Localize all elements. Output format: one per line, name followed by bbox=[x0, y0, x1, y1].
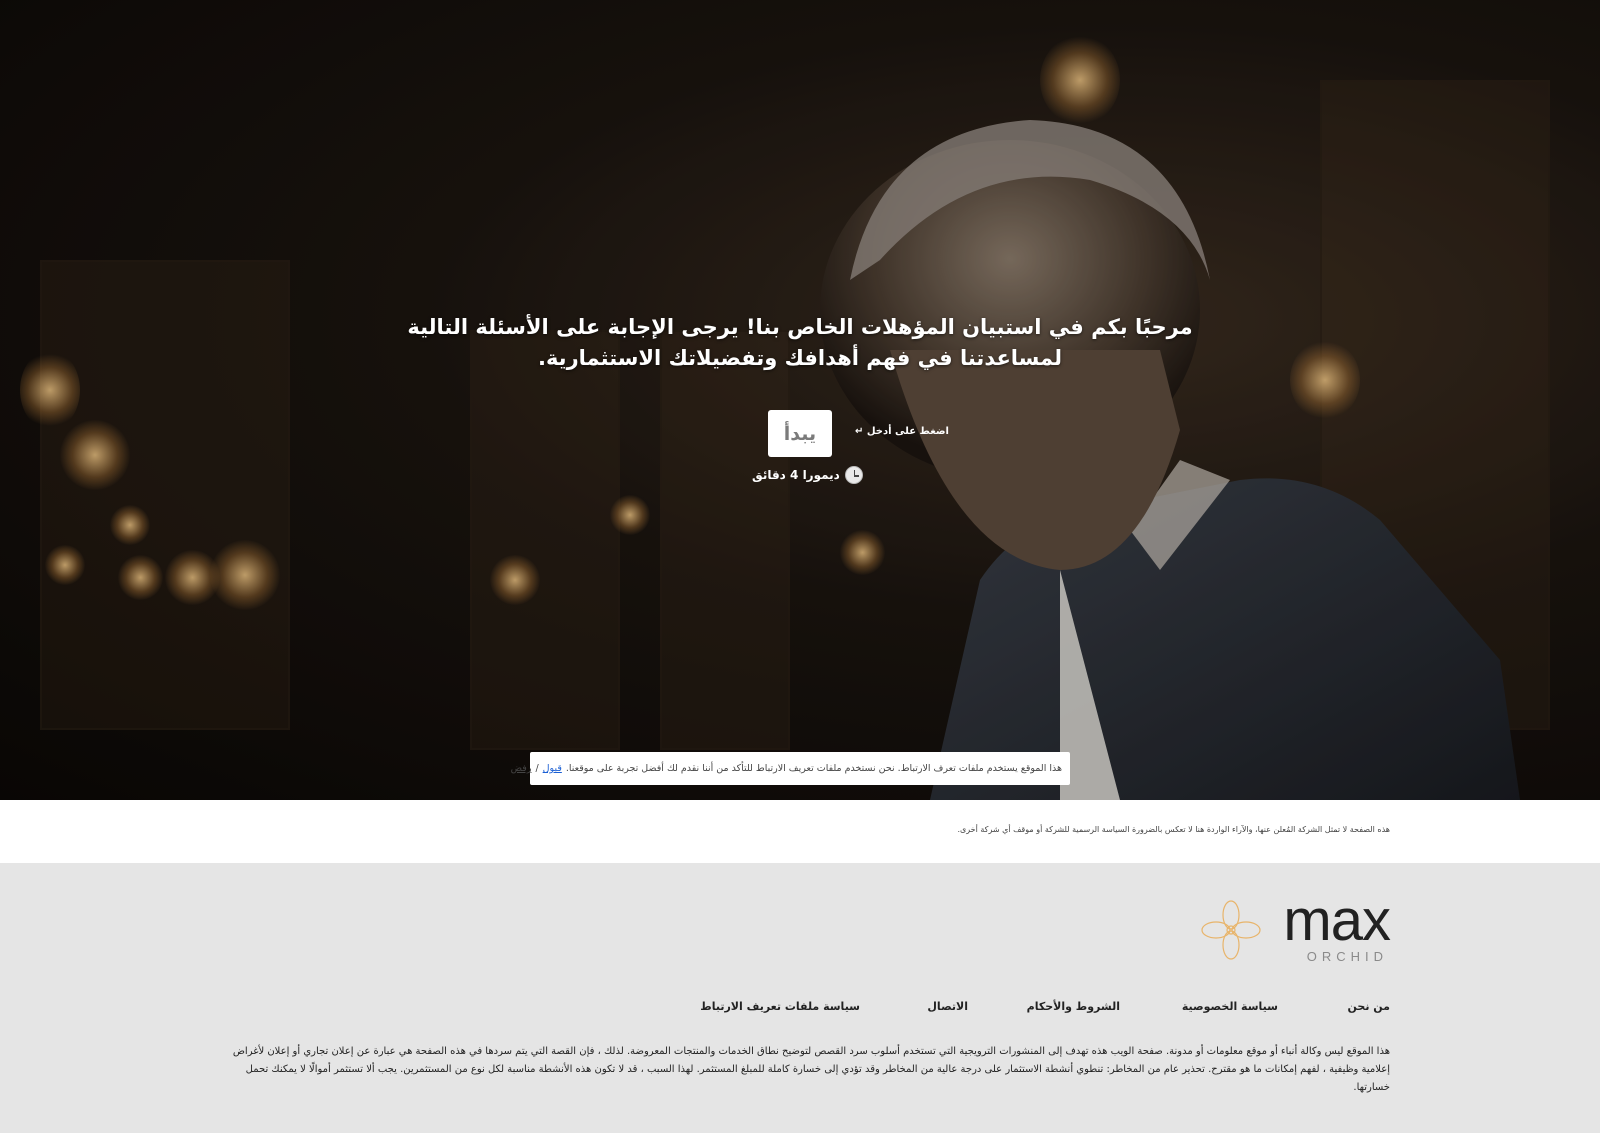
enter-hint: اضغط على أدخل ↵ bbox=[855, 426, 949, 437]
footer-link-contact[interactable]: الاتصال bbox=[927, 1000, 968, 1013]
legal-disclaimer: هذا الموقع ليس وكالة أنباء أو موقع معلوم… bbox=[232, 1046, 1390, 1093]
cookie-separator: / bbox=[535, 763, 539, 774]
start-button[interactable]: يبدأ bbox=[768, 410, 832, 457]
footer-nav: من نحن سياسة الخصوصية الشروط والأحكام ال… bbox=[700, 1000, 1391, 1016]
duration-label: ديمورا 4 دقائق bbox=[752, 468, 840, 482]
start-row: يبدأ اضغط على أدخل ↵ bbox=[0, 410, 1600, 458]
cookie-accept-link[interactable]: قبول bbox=[543, 763, 562, 774]
orchid-flower-icon bbox=[1201, 900, 1261, 960]
logo-max-text: max bbox=[1283, 888, 1391, 953]
cookie-text: هذا الموقع يستخدم ملفات تعرف الارتباط. ن… bbox=[565, 763, 1062, 774]
footer-link-terms[interactable]: الشروط والأحكام bbox=[1027, 1000, 1120, 1013]
clock-icon bbox=[844, 466, 863, 484]
disclaimer-text: هذه الصفحة لا تمثل الشركة المُعلن عنها، … bbox=[957, 825, 1390, 834]
footer: max ORCHID من نحن سياسة الخصوصية الشروط … bbox=[0, 863, 1600, 1133]
max-orchid-logo[interactable]: max ORCHID bbox=[1200, 888, 1391, 964]
welcome-headline: مرحبًا بكم في استبيان المؤهلات الخاص بنا… bbox=[407, 315, 1193, 370]
hero-section: مرحبًا بكم في استبيان المؤهلات الخاص بنا… bbox=[0, 0, 1600, 800]
footer-link-cookies[interactable]: سياسة ملفات تعريف الارتباط bbox=[700, 1000, 860, 1013]
duration-indicator: ديمورا 4 دقائق bbox=[752, 466, 863, 484]
hero-content: مرحبًا بكم في استبيان المؤهلات الخاص بنا… bbox=[0, 0, 1600, 800]
cookie-reject-link[interactable]: رفض bbox=[511, 763, 532, 774]
footer-link-about[interactable]: من نحن bbox=[1348, 1000, 1391, 1013]
cookie-banner: هذا الموقع يستخدم ملفات تعرف الارتباط. ن… bbox=[511, 752, 1070, 785]
footer-link-privacy[interactable]: سياسة الخصوصية bbox=[1182, 1000, 1278, 1013]
logo-orchid-text: ORCHID bbox=[1306, 949, 1388, 964]
disclaimer-band: هذه الصفحة لا تمثل الشركة المُعلن عنها، … bbox=[0, 800, 1600, 863]
